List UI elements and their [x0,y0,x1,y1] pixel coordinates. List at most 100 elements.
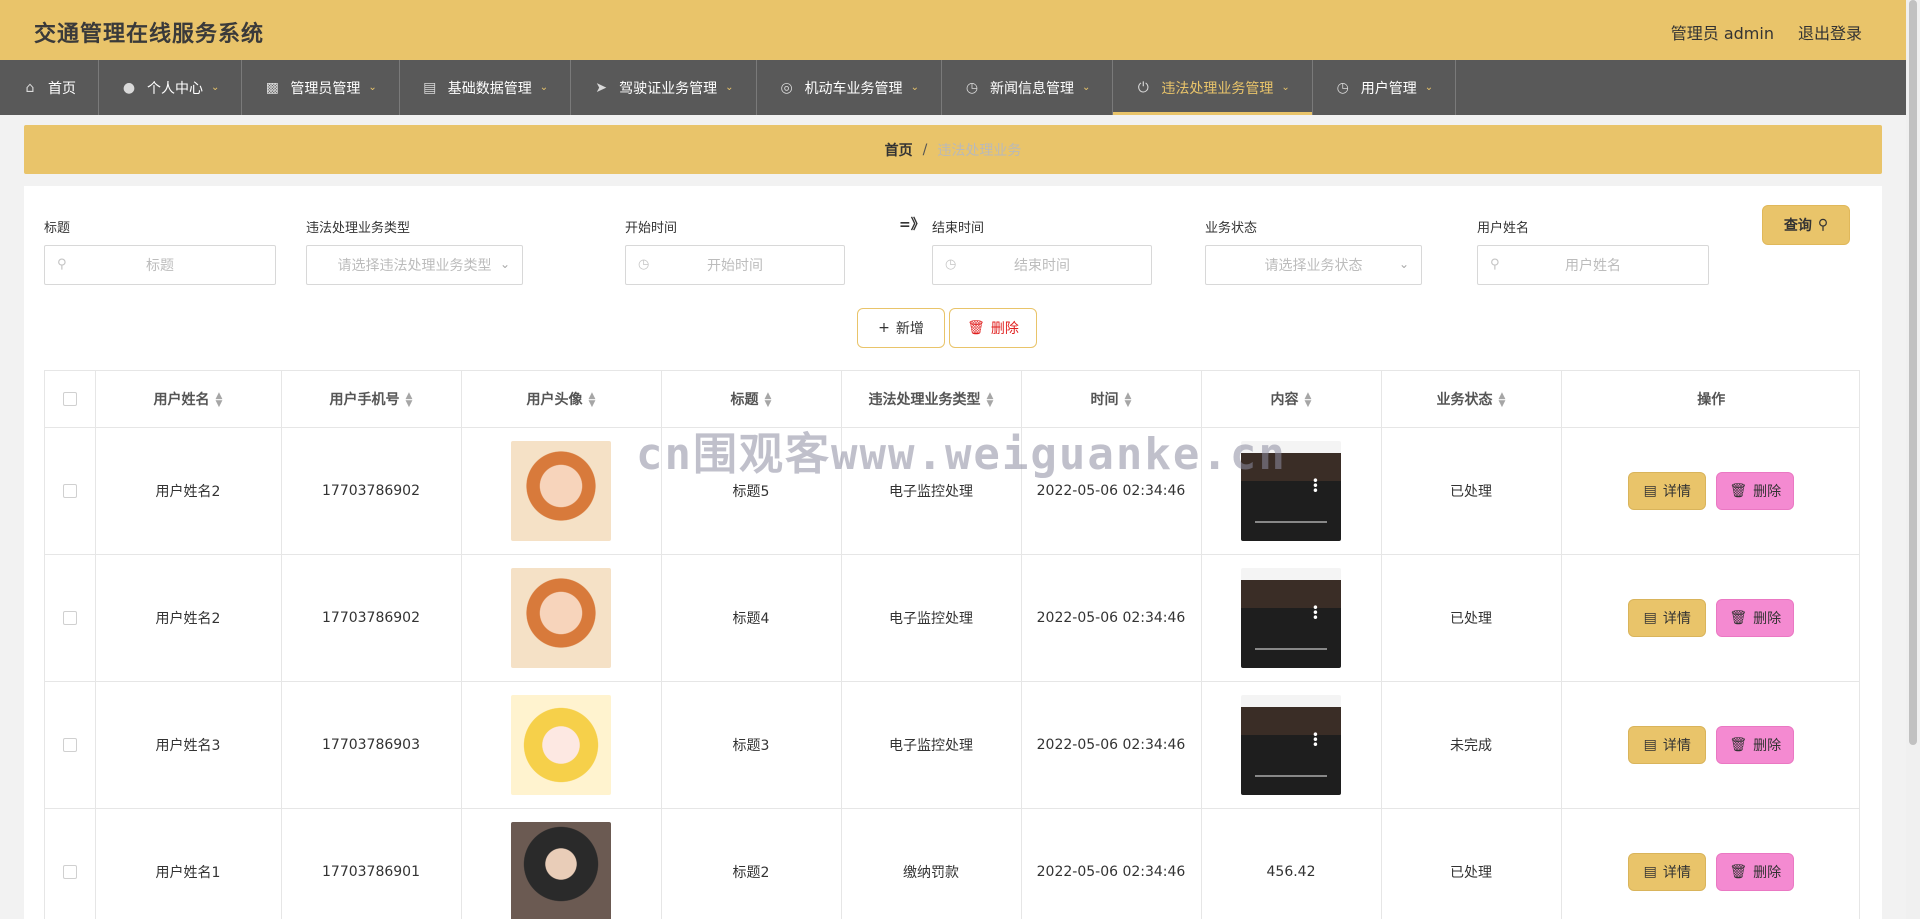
cell-content: • • • [1201,554,1382,682]
user-phone: 17703786901 [322,863,420,880]
detail-button[interactable]: ▤ 详情 [1628,852,1707,891]
nav-item-6[interactable]: ◷ 新闻信息管理 ⌄ [942,60,1114,115]
avatar[interactable] [511,694,611,795]
status-badge: 未完成 [1450,737,1492,754]
current-user[interactable]: 管理员 admin [1671,20,1774,44]
clipboard-icon: ▤ [423,79,437,96]
nav-item-label: 机动车业务管理 [804,80,903,97]
cell-user-phone: 17703786901 [281,808,462,919]
column-header[interactable]: 内容 ▲ ▼ [1201,371,1382,428]
user-phone: 17703786903 [322,736,420,753]
status-badge: 已处理 [1450,483,1492,500]
cell-avatar [461,554,662,682]
column-header-label: 时间 [1090,391,1119,408]
breadcrumb-home[interactable]: 首页 [885,140,913,160]
column-header[interactable]: 业务状态 ▲ ▼ [1381,371,1562,428]
sort-icon[interactable]: ▲ ▼ [216,391,223,408]
clock-icon: ◷ [638,257,650,272]
detail-button[interactable]: ▤ 详情 [1628,725,1707,764]
column-header[interactable]: 用户姓名 ▲ ▼ [95,371,282,428]
table-row: 用户姓名3 17703786903 标题3 电子监控处理 2022-05-06 02:3… [45,681,1859,809]
breadcrumb-separator: / [922,141,928,158]
status-select[interactable]: 请选择业务状态 ⌄ [1205,245,1422,285]
row-checkbox[interactable] [62,864,77,879]
top-header: 交通管理在线服务系统 管理员 admin 退出登录 [0,0,1906,60]
sort-icon[interactable]: ▲ ▼ [1499,391,1506,408]
cell-user-phone: 17703786902 [281,427,462,555]
cell-type: 电子监控处理 [841,554,1022,682]
avatar[interactable] [511,567,611,668]
cell-title: 标题4 [661,554,842,682]
nav-item-5[interactable]: ◎ 机动车业务管理 ⌄ [757,60,942,115]
column-header[interactable]: 用户手机号 ▲ ▼ [281,371,462,428]
sort-icon[interactable]: ▲ ▼ [765,391,772,408]
logout-link[interactable]: 退出登录 [1798,20,1862,44]
header-user-area: 管理员 admin 退出登录 [1671,20,1862,44]
avatar[interactable] [511,821,611,919]
start-date-input[interactable]: ◷ 开始时间 [625,245,845,285]
row-checkbox[interactable] [62,610,77,625]
type-select[interactable]: 请选择违法处理业务类型 ⌄ [306,245,523,285]
delete-label: 删除 [990,321,1019,337]
nav-item-2[interactable]: ▩ 管理员管理 ⌄ [242,60,400,115]
user-phone: 17703786902 [322,482,420,499]
nav-item-4[interactable]: ➤ 驾驶证业务管理 ⌄ [571,60,757,115]
column-header[interactable]: 时间 ▲ ▼ [1021,371,1202,428]
sort-icon[interactable]: ▲ ▼ [987,391,994,408]
chevron-down-icon: ⌄ [1398,257,1409,271]
document-icon: ▤ [1643,609,1657,626]
sort-icon[interactable]: ▲ ▼ [1305,391,1312,408]
avatar[interactable] [511,440,611,541]
record-time: 2022-05-06 02:34:46 [1036,863,1186,880]
cell-user-name: 用户姓名2 [95,427,282,555]
sort-icon[interactable]: ▲ ▼ [589,391,596,408]
home-icon: ⌂ [25,79,35,96]
start-placeholder: 开始时间 [707,258,763,274]
column-header[interactable]: 用户头像 ▲ ▼ [461,371,662,428]
row-delete-button[interactable]: 🗑 删除 [1716,725,1795,764]
content-video-thumbnail[interactable]: • • • [1241,567,1341,668]
cell-avatar [461,808,662,919]
add-button[interactable]: + 新增 [857,308,945,348]
trash-icon: 🗑 [1729,609,1748,626]
cell-title: 标题2 [661,808,842,919]
column-header: 操作 [1561,371,1859,428]
cell-user-phone: 17703786903 [281,681,462,809]
detail-button[interactable]: ▤ 详情 [1628,598,1707,637]
search-icon: ⚲ [1490,257,1500,272]
title-input[interactable]: ⚲ 标题 [44,245,276,285]
column-header-label: 违法处理业务类型 [868,391,981,408]
nav-item-3[interactable]: ▤ 基础数据管理 ⌄ [400,60,572,115]
row-delete-button[interactable]: 🗑 删除 [1716,852,1795,891]
end-date-input[interactable]: ◷ 结束时间 [932,245,1152,285]
nav-item-7[interactable]: ⏻ 违法处理业务管理 ⌄ [1113,60,1313,115]
nav-item-0[interactable]: ⌂ 首页 [0,60,99,115]
nav-item-1[interactable]: ● 个人中心 ⌄ [99,60,243,115]
username-input[interactable]: ⚲ 用户姓名 [1477,245,1709,285]
sort-icon[interactable]: ▲ ▼ [1125,391,1132,408]
page-scrollbar[interactable] [1906,0,1920,919]
content-video-thumbnail[interactable]: • • • [1241,440,1341,541]
content-video-thumbnail[interactable]: • • • [1241,694,1341,795]
status-placeholder: 请选择业务状态 [1264,258,1363,274]
row-checkbox[interactable] [62,483,77,498]
detail-label: 详情 [1662,737,1691,754]
sort-icon[interactable]: ▲ ▼ [406,391,413,408]
title-placeholder: 标题 [146,258,174,274]
scrollbar-thumb[interactable] [1909,0,1917,745]
nav-item-8[interactable]: ◷ 用户管理 ⌄ [1313,60,1457,115]
batch-delete-button[interactable]: 🗑 删除 [949,308,1037,348]
column-header[interactable]: 违法处理业务类型 ▲ ▼ [841,371,1022,428]
row-checkbox[interactable] [62,737,77,752]
record-title: 标题2 [732,864,770,881]
trash-icon: 🗑 [1729,736,1748,753]
select-all-checkbox[interactable] [62,391,77,406]
trash-icon: 🗑 [1729,482,1748,499]
column-header[interactable]: 标题 ▲ ▼ [661,371,842,428]
column-header-label: 用户手机号 [329,391,400,408]
detail-button[interactable]: ▤ 详情 [1628,471,1707,510]
row-delete-button[interactable]: 🗑 删除 [1716,598,1795,637]
cell-type: 电子监控处理 [841,427,1022,555]
row-delete-button[interactable]: 🗑 删除 [1716,471,1795,510]
query-button[interactable]: 查询 ⚲ [1762,205,1850,245]
